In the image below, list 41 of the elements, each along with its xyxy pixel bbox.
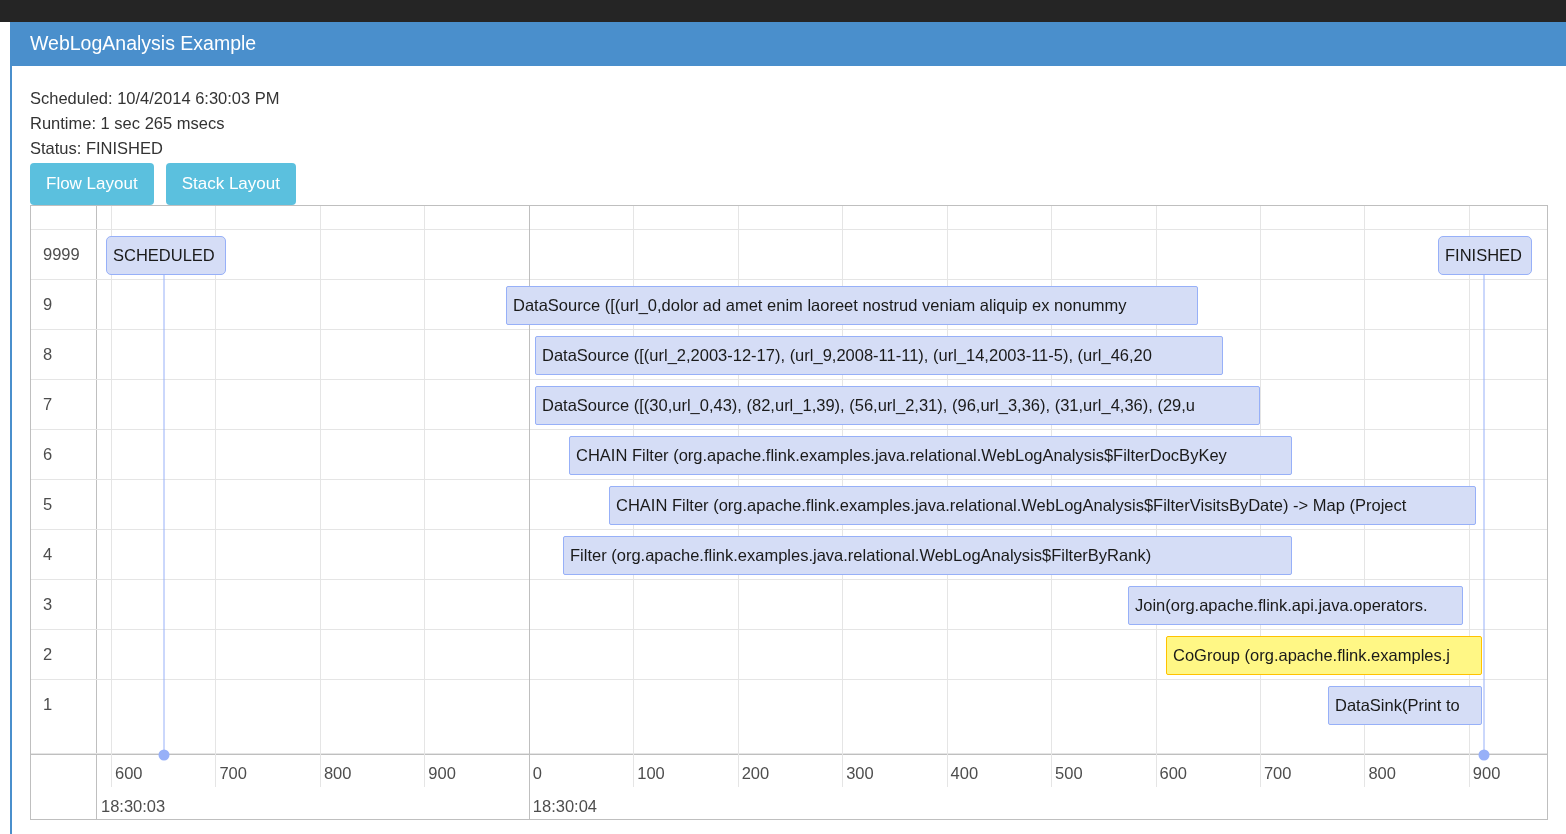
timeline-item[interactable]: DataSource ([(30,url_0,43), (82,url_1,39), (56,url_2,31), (96,url_3,36), (31,url_4,36), (29,u xyxy=(535,386,1260,425)
job-info-text: Status: FINISHED xyxy=(30,138,164,159)
timeline-item[interactable]: FINISHED xyxy=(1438,236,1532,275)
job-info-text: Runtime: 1 sec 265 msecs xyxy=(30,113,226,134)
axis-tick-label: 300 xyxy=(846,763,874,784)
panel-title: WebLogAnalysis Example xyxy=(30,31,257,57)
timeline-item[interactable]: DataSource ([(url_2,2003-12-17), (url_9,2008-11-11), (url_14,2003-11-5), (url_46,20 xyxy=(535,336,1223,375)
axis-time-label: 18:30:04 xyxy=(532,796,598,817)
axis-tick-label: 800 xyxy=(323,763,352,784)
group-label: 2 xyxy=(43,645,53,663)
timeline-item[interactable]: DataSource ([(url_0,dolor ad amet enim laoreet nostrud veniam aliquip ex nonummy xyxy=(506,286,1198,325)
axis-tick-label: 400 xyxy=(950,763,979,784)
axis-tick-label: 700 xyxy=(1263,763,1292,784)
group-label: 8 xyxy=(43,345,53,363)
axis-tick-label: 100 xyxy=(637,763,665,784)
timeline-item[interactable]: SCHEDULED xyxy=(106,236,226,275)
group-label: 9 xyxy=(43,295,53,313)
group-label: 1 xyxy=(43,695,53,713)
job-info-text: Scheduled: 10/4/2014 6:30:03 PM xyxy=(30,88,281,109)
group-label: 4 xyxy=(43,545,53,563)
group-label: 5 xyxy=(43,495,53,513)
timeline-item[interactable]: CHAIN Filter (org.apache.flink.examples.java.relational.WebLogAnalysis$FilterDocByKey xyxy=(569,436,1292,475)
timeline-item[interactable]: Join(org.apache.flink.api.java.operators. xyxy=(1128,586,1463,625)
group-label: 6 xyxy=(43,445,53,463)
group-label: 3 xyxy=(43,595,53,613)
axis-tick-label: 0 xyxy=(532,763,542,784)
group-label: 9999 xyxy=(43,245,80,263)
axis-time-label: 18:30:03 xyxy=(101,796,166,817)
timeline-item[interactable]: DataSink(Print to xyxy=(1328,686,1482,725)
timeline-item[interactable]: CoGroup (org.apache.flink.examples.j xyxy=(1166,636,1482,675)
group-label: 7 xyxy=(43,395,53,413)
axis-tick-label: 500 xyxy=(1055,763,1083,784)
axis-tick-label: 900 xyxy=(428,763,456,784)
axis-tick-label: 900 xyxy=(1472,763,1501,784)
axis-tick-label: 600 xyxy=(1159,763,1188,784)
timeline-item[interactable]: CHAIN Filter (org.apache.flink.examples.java.relational.WebLogAnalysis$FilterVisitsByDate) -> Map (Project xyxy=(609,486,1476,525)
axis-tick-label: 800 xyxy=(1368,763,1396,784)
axis-tick-label: 200 xyxy=(741,763,770,784)
timeline-item[interactable]: Filter (org.apache.flink.examples.java.relational.WebLogAnalysis$FilterByRank) xyxy=(563,536,1292,575)
axis-tick-label: 600 xyxy=(115,763,143,784)
axis-tick-label: 700 xyxy=(219,763,247,784)
